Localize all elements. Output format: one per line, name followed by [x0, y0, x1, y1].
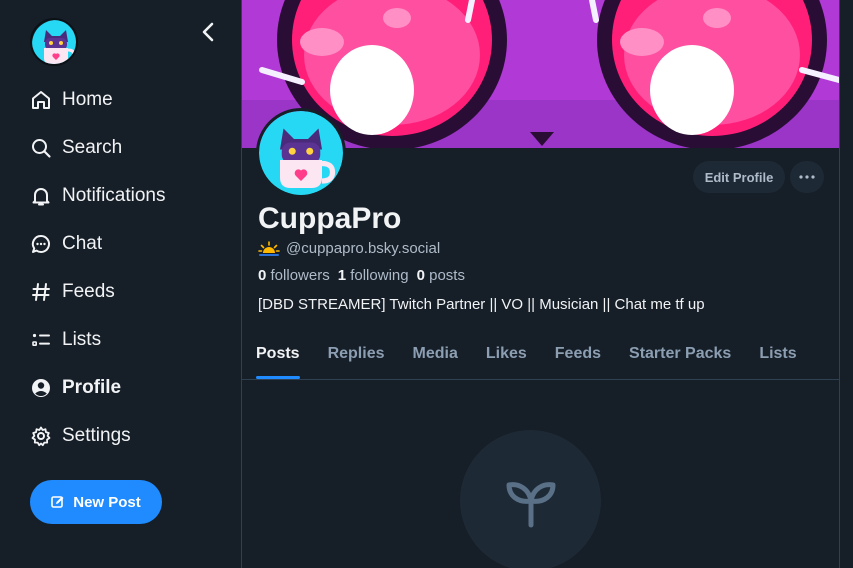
sidebar-item-notifications[interactable]: Notifications — [30, 172, 166, 220]
sidebar-item-label: Home — [62, 89, 113, 110]
hashtag-icon — [30, 281, 52, 303]
following-stat[interactable]: 1 following — [338, 267, 409, 284]
search-icon — [30, 137, 52, 159]
sidebar-item-label: Profile — [62, 377, 122, 398]
bell-icon — [30, 185, 52, 207]
edit-profile-label: Edit Profile — [704, 169, 774, 185]
sidebar-item-lists[interactable]: Lists — [30, 316, 166, 364]
chat-bubble-icon — [30, 233, 52, 255]
sunrise-icon — [258, 240, 280, 256]
posts-label: posts — [429, 267, 465, 284]
sidebar-item-label: Notifications — [62, 185, 166, 206]
main-nav: Home Search Notifications Chat Feeds Lis… — [30, 76, 166, 460]
tab-replies[interactable]: Replies — [328, 334, 399, 379]
following-label: following — [350, 267, 409, 284]
empty-state-illustration — [460, 430, 601, 568]
more-options-button[interactable] — [790, 161, 824, 193]
handle: @cuppapro.bsky.social — [286, 240, 441, 257]
user-circle-icon — [30, 377, 52, 399]
tab-posts[interactable]: Posts — [256, 334, 314, 379]
sidebar-item-search[interactable]: Search — [30, 124, 166, 172]
edit-profile-button[interactable]: Edit Profile — [693, 161, 785, 193]
compose-icon — [51, 496, 64, 508]
avatar[interactable] — [30, 18, 78, 66]
followers-stat[interactable]: 0 followers — [258, 267, 330, 284]
profile-avatar[interactable] — [256, 108, 346, 198]
tab-lists[interactable]: Lists — [759, 334, 810, 379]
display-name: CuppaPro — [258, 202, 402, 235]
sidebar-item-profile[interactable]: Profile — [30, 364, 166, 412]
chevron-left-icon — [202, 22, 214, 42]
profile-main: Edit Profile CuppaPro @cuppapro.bsky.soc… — [242, 0, 839, 568]
home-icon — [30, 89, 52, 111]
sidebar-item-label: Feeds — [62, 281, 115, 302]
new-post-label: New Post — [73, 493, 141, 511]
profile-stats: 0 followers 1 following 0 posts — [258, 267, 465, 284]
sidebar-item-home[interactable]: Home — [30, 76, 166, 124]
posts-count: 0 — [416, 267, 425, 284]
ellipsis-icon — [799, 175, 815, 179]
gear-icon — [30, 425, 52, 447]
collapse-sidebar-button[interactable] — [196, 20, 220, 44]
profile-bio: [DBD STREAMER] Twitch Partner || VO || M… — [258, 296, 705, 313]
new-post-button[interactable]: New Post — [30, 480, 162, 524]
tab-media[interactable]: Media — [413, 334, 472, 379]
sidebar: Home Search Notifications Chat Feeds Lis… — [0, 0, 241, 568]
tab-feeds[interactable]: Feeds — [555, 334, 615, 379]
sidebar-item-label: Chat — [62, 233, 103, 254]
following-count: 1 — [337, 267, 347, 284]
posts-stat: 0 posts — [417, 267, 465, 284]
sidebar-item-label: Lists — [62, 329, 102, 350]
tab-likes[interactable]: Likes — [486, 334, 541, 379]
sidebar-item-label: Search — [62, 137, 123, 158]
tab-starter-packs[interactable]: Starter Packs — [629, 334, 745, 379]
profile-tabs: Posts Replies Media Likes Feeds Starter … — [242, 334, 839, 380]
sidebar-item-chat[interactable]: Chat — [30, 220, 166, 268]
handle-row: @cuppapro.bsky.social — [258, 240, 440, 257]
sidebar-item-settings[interactable]: Settings — [30, 412, 166, 460]
followers-label: followers — [270, 267, 330, 284]
list-icon — [30, 329, 52, 351]
followers-count: 0 — [258, 267, 267, 284]
sidebar-item-label: Settings — [62, 425, 131, 446]
sidebar-item-feeds[interactable]: Feeds — [30, 268, 166, 316]
sprout-icon — [506, 481, 555, 527]
column-divider — [839, 0, 840, 568]
